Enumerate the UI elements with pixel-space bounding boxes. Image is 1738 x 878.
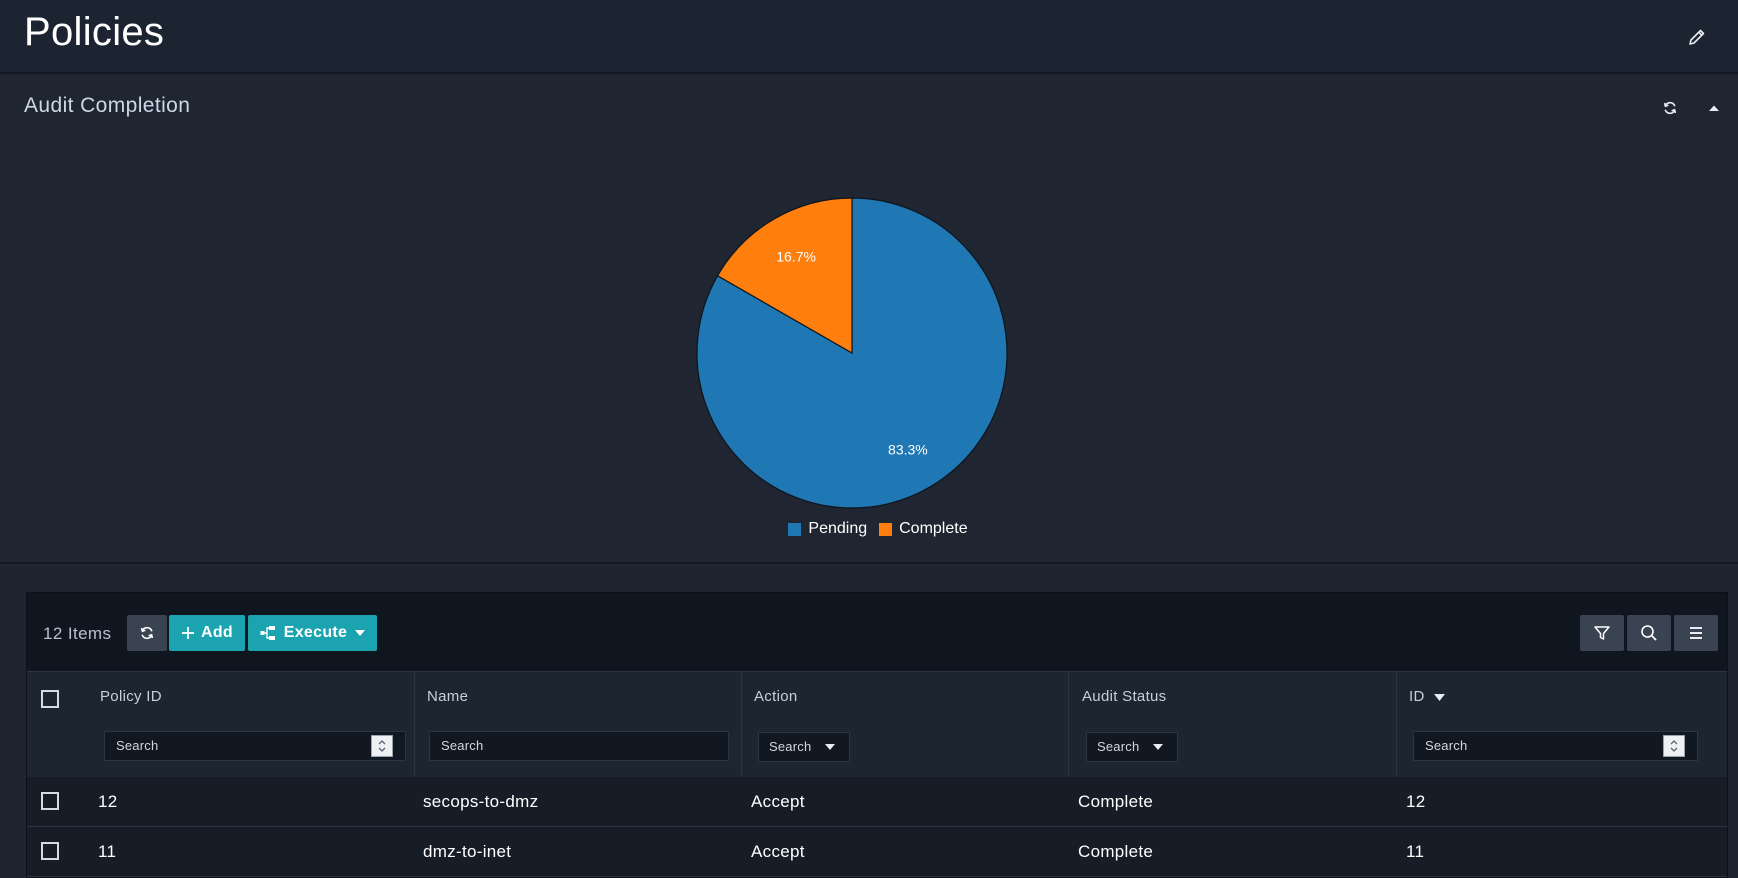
add-button[interactable]: Add xyxy=(169,615,245,651)
name-search-input[interactable]: Search xyxy=(429,731,729,761)
refresh-icon xyxy=(140,626,154,640)
pie-label-complete: 16.7% xyxy=(776,248,816,264)
policy-id-stepper[interactable] xyxy=(371,735,393,757)
filter-icon xyxy=(1594,626,1610,640)
execute-button-label: Execute xyxy=(283,624,348,641)
column-audit-status[interactable]: Audit Status Search xyxy=(1069,672,1397,778)
table-row[interactable]: 12 secops-to-dmz Accept Complete 12 xyxy=(27,777,1727,827)
legend-swatch-pending xyxy=(788,522,802,536)
chart-legend: Pending Complete xyxy=(0,520,1738,538)
cell-policy-id: 11 xyxy=(98,842,117,861)
policy-id-search-placeholder: Search xyxy=(116,738,159,753)
row-checkbox[interactable] xyxy=(41,792,59,810)
legend-item-pending[interactable]: Pending xyxy=(770,520,867,538)
search-button[interactable] xyxy=(1627,615,1671,651)
column-label-id: ID xyxy=(1409,688,1425,705)
pie-label-pending: 83.3% xyxy=(888,442,928,458)
grid-toolbar: 12 Items Add Execute xyxy=(27,593,1727,671)
cell-policy-id: 12 xyxy=(98,792,118,811)
search-icon xyxy=(1641,625,1657,641)
table-row[interactable]: 11 dmz-to-inet Accept Complete 11 xyxy=(27,827,1727,877)
column-label-policy-id: Policy ID xyxy=(100,688,162,705)
caret-down-icon xyxy=(355,630,366,636)
column-label-audit-status: Audit Status xyxy=(1082,688,1167,705)
cell-name: dmz-to-inet xyxy=(423,842,512,861)
id-stepper[interactable] xyxy=(1663,735,1685,757)
legend-label-pending: Pending xyxy=(808,520,868,537)
audit-status-filter-value: Search xyxy=(1097,739,1140,754)
cell-id: 11 xyxy=(1406,842,1425,861)
cell-audit-status: Complete xyxy=(1078,842,1154,861)
menu-icon xyxy=(1690,627,1702,639)
sort-desc-icon[interactable] xyxy=(1434,694,1445,701)
table-header: Policy ID Search Name Search Action Sear… xyxy=(27,671,1727,778)
pencil-icon xyxy=(1689,29,1705,45)
legend-swatch-complete xyxy=(879,522,893,536)
cell-action: Accept xyxy=(751,842,805,861)
page-title: Policies xyxy=(24,10,165,54)
caret-down-icon xyxy=(1153,744,1163,750)
legend-label-complete: Complete xyxy=(899,520,968,537)
audit-status-filter-dropdown[interactable]: Search xyxy=(1086,732,1178,762)
action-filter-dropdown[interactable]: Search xyxy=(758,732,850,762)
id-search-placeholder: Search xyxy=(1425,738,1468,753)
name-search-placeholder: Search xyxy=(441,738,484,753)
page-header: Policies xyxy=(0,0,1738,74)
stepper-arrows-icon xyxy=(1670,740,1678,752)
column-label-name: Name xyxy=(427,688,469,705)
workflow-icon xyxy=(260,626,275,640)
edit-button[interactable] xyxy=(1684,24,1710,50)
column-policy-id[interactable]: Policy ID Search xyxy=(88,672,415,778)
row-checkbox[interactable] xyxy=(41,842,59,860)
cell-action: Accept xyxy=(751,792,805,811)
column-id[interactable]: ID Search xyxy=(1397,672,1727,778)
execute-button[interactable]: Execute xyxy=(248,615,377,651)
add-button-label: Add xyxy=(200,624,233,641)
select-all-checkbox[interactable] xyxy=(41,690,59,708)
cell-name: secops-to-dmz xyxy=(423,792,539,811)
stepper-arrows-icon xyxy=(378,740,386,752)
id-search-input[interactable]: Search xyxy=(1413,731,1698,761)
caret-down-icon xyxy=(825,744,835,750)
policy-id-search-input[interactable]: Search xyxy=(104,731,406,761)
action-filter-value: Search xyxy=(769,739,812,754)
column-label-action: Action xyxy=(754,688,798,705)
item-count: 12 Items xyxy=(43,624,112,643)
cell-id: 12 xyxy=(1406,792,1426,811)
filter-button[interactable] xyxy=(1580,615,1624,651)
column-name[interactable]: Name Search xyxy=(415,672,742,778)
policies-table: Policy ID Search Name Search Action Sear… xyxy=(27,671,1727,877)
policies-grid: 12 Items Add Execute Policy ID Search Na… xyxy=(26,592,1728,878)
column-menu-button[interactable] xyxy=(1674,615,1718,651)
audit-completion-panel: Audit Completion 83.3% 16.7% Pending Comp… xyxy=(0,76,1738,564)
grid-refresh-button[interactable] xyxy=(127,615,167,651)
plus-icon xyxy=(181,627,194,639)
pie-chart: 83.3% 16.7% xyxy=(696,197,1008,509)
column-action[interactable]: Action Search xyxy=(742,672,1069,778)
cell-audit-status: Complete xyxy=(1078,792,1154,811)
legend-item-complete[interactable]: Complete xyxy=(879,520,968,538)
